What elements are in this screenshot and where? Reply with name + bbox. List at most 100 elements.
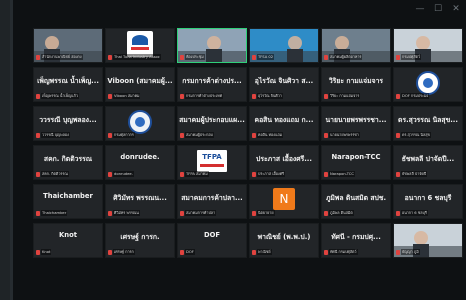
tile-footer: TFPA สมาคม — [180, 171, 244, 177]
participant-tile[interactable]: กรมศุลกากร — [105, 106, 175, 141]
tile-footer: Viboon สมาคม — [108, 93, 172, 99]
participant-label: กรมศุลกากร — [113, 132, 135, 138]
participant-label: ธัชพลลี ปาจัดปี — [401, 171, 428, 177]
participant-name: วิริยะ กามแจ่มจาร — [328, 77, 384, 85]
participant-label: ห้องประชุม — [185, 54, 205, 60]
participant-tile[interactable]: ธัชพลลี ปาจัดปี... ธัชพลลี ปาจัดปี — [393, 145, 463, 180]
participant-label: ธัญญา ภูมิ — [401, 249, 420, 255]
participant-tile[interactable]: Thai Tuna Industry Assoc — [105, 28, 175, 63]
participant-tile[interactable]: เพ็ญพรรณ น้ำเพ็ญ... เพ็ญพรรณ น้ำเพ็ญแก้ว — [33, 67, 103, 102]
maximize-icon[interactable]: ☐ — [433, 4, 443, 14]
participant-name: สมาคมผู้ประกอบแผ... — [179, 116, 245, 124]
mic-muted-icon — [324, 210, 328, 216]
participant-label: Knot — [41, 249, 52, 255]
participant-tile[interactable]: กรมการค้าต่างปร... กรมการค้าต่างประเทศ — [177, 67, 247, 102]
participant-tile[interactable]: DOF กรมประมง — [393, 67, 463, 102]
tile-footer: DOF กรมประมง — [396, 93, 460, 99]
mic-muted-icon — [180, 93, 184, 99]
participant-name: Thaichamber — [43, 192, 93, 200]
mic-muted-icon — [396, 132, 400, 138]
participant-name: นายนายพรพรรชา... — [325, 116, 387, 124]
tile-footer: Narapon-TCC — [324, 171, 388, 177]
participant-label: ทัศนี กรมปศุสัตว์ — [329, 249, 358, 255]
tile-footer: DOF — [180, 249, 244, 255]
mic-muted-icon — [108, 93, 112, 99]
participant-tile[interactable]: DOF DOF — [177, 223, 247, 258]
participant-name: ธัชพลลี ปาจัดปี... — [401, 155, 455, 163]
participant-tile[interactable]: อนากา 6 ชลบุรี อนากา 6 ชลบุรี — [393, 184, 463, 219]
mic-muted-icon — [36, 210, 40, 216]
participant-tile[interactable]: ภูมิพล ตินสมิต สปช. ภูมิพล ตินสมิต — [321, 184, 391, 219]
mic-muted-icon — [396, 249, 400, 255]
participant-tile[interactable]: ววรรณี บุญพลอง... ววรรณี บุญพลอง — [33, 106, 103, 141]
close-icon[interactable]: ✕ — [451, 4, 461, 14]
participant-label: สมาคมการค้าปลา — [185, 210, 217, 216]
mic-muted-icon — [108, 54, 112, 60]
participant-label: สำนักงานพาณิชย์ ฮ่องกง — [41, 54, 83, 60]
participant-label: เศรษฐ์ การก — [113, 249, 135, 255]
participant-tile[interactable]: Viboon (สมาคมผู้... Viboon สมาคม — [105, 67, 175, 102]
participant-tile[interactable]: สมาคมการค้าปลา... สมาคมการค้าปลา — [177, 184, 247, 219]
participant-tile[interactable]: พาณิชย์ (พ.พ.ป.) พาณิชย์ — [249, 223, 319, 258]
participant-name: donrudee. — [120, 153, 160, 161]
tile-footer: สมาคมผู้ผลิตอาหาร — [324, 54, 388, 60]
participant-name: สมาคมการค้าปลา... — [181, 194, 243, 202]
organization-seal-icon — [128, 110, 152, 134]
participant-tile[interactable]: กรมปศุสัตว์ — [393, 28, 463, 63]
tfpa-logo: TFPA — [197, 150, 227, 172]
tile-footer: Knot — [36, 249, 100, 255]
participant-label: อนากา 6 ชลบุรี — [401, 210, 428, 216]
participant-tile[interactable]: donrudee. donrudee. — [105, 145, 175, 180]
participant-tile[interactable]: Narapon-TCC Narapon-TCC — [321, 145, 391, 180]
participant-name: ววรรณี บุญพลอง... — [39, 116, 97, 124]
tile-footer: นายนายพรพรรชา — [324, 132, 388, 138]
participant-tile[interactable]: Thaichamber Thaichamber — [33, 184, 103, 219]
participant-label: กรมปศุสัตว์ — [401, 54, 422, 60]
participant-tile[interactable]: ศิวิมัทร พรรณน... ศิวิมัทร พรรณน — [105, 184, 175, 219]
mic-muted-icon — [108, 249, 112, 255]
mic-muted-icon — [396, 93, 400, 99]
participant-tile[interactable]: วิริยะ กามแจ่มจาร วิริยะ กามแจ่มจาร — [321, 67, 391, 102]
tile-footer: ววรรณี บุญพลอง — [36, 132, 100, 138]
mic-muted-icon — [252, 210, 256, 216]
participant-label: Thai Tuna Industry Assoc — [113, 54, 161, 60]
participant-tile[interactable]: TFPA TFPA สมาคม — [177, 145, 247, 180]
participant-label: ดร.สุวรรณ นิลสุข — [401, 132, 431, 138]
participant-tile[interactable]: TFSA 02 — [249, 28, 319, 63]
participant-tile[interactable]: เศรษฐ์ การก. เศรษฐ์ การก — [105, 223, 175, 258]
tile-footer: คอสิน ทองแถม — [252, 132, 316, 138]
tile-footer: พาณิชย์ — [252, 249, 316, 255]
organization-seal-icon — [416, 71, 440, 95]
meeting-window: — ☐ ✕ สำนักงานพาณิชย์ ฮ่องกง Thai Tuna In… — [10, 0, 466, 300]
participant-tile[interactable]: ดร.สุวรรณ นิลสุข... ดร.สุวรรณ นิลสุข — [393, 106, 463, 141]
participant-label: Narapon-TCC — [329, 171, 355, 177]
participant-tile[interactable]: นายนายพรพรรชา... นายนายพรพรรชา — [321, 106, 391, 141]
participant-label: พาณิชย์ — [257, 249, 272, 255]
participant-tile[interactable]: ประภาส เอื้องศรี... ประภาส เอื้องศรี — [249, 145, 319, 180]
participant-tile[interactable]: สมาคมผู้ประกอบแผ... สมาคมผู้ประกอบ — [177, 106, 247, 141]
participant-tile[interactable]: Knot Knot — [33, 223, 103, 258]
participant-tile[interactable]: ทัศนี - กรมปศุ... ทัศนี กรมปศุสัตว์ — [321, 223, 391, 258]
tile-footer: ธัญญา ภูมิ — [396, 249, 460, 255]
avatar: N — [273, 188, 295, 210]
participant-tile[interactable]: คอสิน ทองแถม ก... คอสิน ทองแถม — [249, 106, 319, 141]
participant-tile[interactable]: ธัญญา ภูมิ — [393, 223, 463, 258]
participant-label: Viboon สมาคม — [113, 93, 141, 99]
tile-footer: ห้องประชุม — [180, 54, 244, 60]
participant-tile[interactable]: ห้องประชุม — [177, 28, 247, 63]
participant-tile[interactable]: สมาคมผู้ผลิตอาหาร — [321, 28, 391, 63]
participant-tile[interactable]: สคก. กิตติวรรณ สคก. กิตติวรรณ — [33, 145, 103, 180]
mic-muted-icon — [180, 249, 184, 255]
mic-muted-icon — [180, 132, 184, 138]
participant-tile[interactable]: N นิตยายาย — [249, 184, 319, 219]
mic-muted-icon — [180, 54, 184, 60]
participant-label: เพ็ญพรรณ น้ำเพ็ญแก้ว — [41, 93, 79, 99]
participant-tile[interactable]: สำนักงานพาณิชย์ ฮ่องกง — [33, 28, 103, 63]
participant-name: เศรษฐ์ การก. — [120, 233, 160, 241]
participant-name: ภูมิพล ตินสมิต สปช. — [325, 194, 387, 202]
participant-label: ประภาส เอื้องศรี — [257, 171, 286, 177]
minimize-icon[interactable]: — — [415, 4, 425, 14]
tile-footer: เศรษฐ์ การก — [108, 249, 172, 255]
mic-muted-icon — [36, 132, 40, 138]
participant-tile[interactable]: อุไรวัณ จินศิวา ส... อุไรวัณ จินศิวา — [249, 67, 319, 102]
